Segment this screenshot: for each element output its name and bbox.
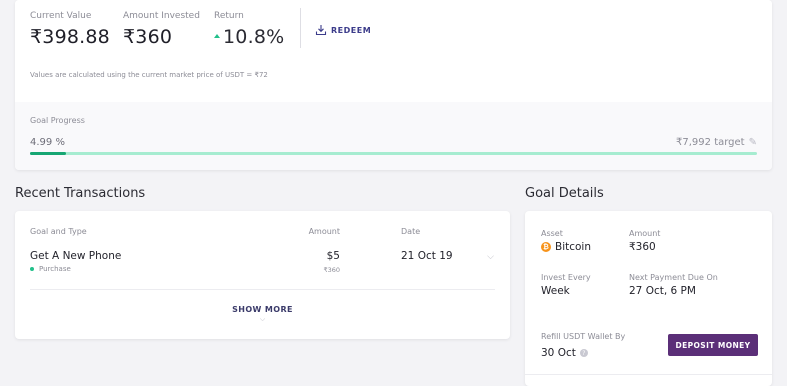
amount-invested-label: Amount Invested	[123, 11, 200, 21]
amount-value: ₹360	[629, 241, 656, 253]
portfolio-summary-card: Current Value ₹398.88 Amount Invested ₹3…	[15, 0, 772, 170]
asset-value: ₿ Bitcoin	[541, 241, 591, 253]
amount-invested: ₹360	[123, 26, 173, 48]
transaction-type-label: Purchase	[39, 265, 71, 273]
refill-date-value: 30 Oct	[541, 347, 576, 359]
goal-progress-percent: 4.99 %	[30, 137, 65, 148]
divider	[300, 8, 301, 48]
bitcoin-icon: ₿	[541, 242, 551, 252]
next-payment-value: 27 Oct, 6 PM	[629, 285, 696, 297]
return-stat: Return 10.8%	[214, 11, 284, 48]
price-note: Values are calculated using the current …	[30, 71, 268, 79]
transaction-type: Purchase	[30, 265, 71, 273]
transaction-amount: $5	[326, 250, 340, 262]
redeem-label: REDEEM	[331, 25, 372, 35]
amount-label: Amount	[629, 229, 661, 238]
goal-details-title: Goal Details	[525, 186, 604, 201]
transaction-goal-name: Get A New Phone	[30, 250, 122, 262]
transaction-date: 21 Oct 19	[401, 250, 453, 262]
goal-progress-label: Goal Progress	[30, 116, 85, 125]
divider	[525, 374, 772, 375]
summary-top: Current Value ₹398.88 Amount Invested ₹3…	[15, 0, 772, 102]
invest-every-label: Invest Every	[541, 273, 591, 282]
redeem-button[interactable]: REDEEM	[315, 24, 371, 36]
return-value-wrap: 10.8%	[214, 26, 284, 48]
divider	[30, 289, 495, 290]
goal-target: ₹7,992 target ✎	[676, 137, 757, 148]
return-label: Return	[214, 11, 244, 21]
up-arrow-icon	[214, 33, 220, 38]
chevron-down-icon[interactable]: ⌵	[487, 252, 494, 262]
col-goal-type: Goal and Type	[30, 227, 87, 236]
goal-progress-bar	[30, 152, 757, 155]
recent-transactions-title: Recent Transactions	[15, 186, 146, 201]
goal-progress-section: Goal Progress 4.99 % ₹7,992 target ✎	[15, 102, 772, 170]
next-payment-label: Next Payment Due On	[629, 273, 718, 282]
refill-date: 30 Oct ?	[541, 347, 588, 359]
asset-name: Bitcoin	[555, 241, 592, 253]
goal-details-card: Asset ₿ Bitcoin Amount ₹360 Invest Every…	[525, 211, 772, 386]
amount-invested-stat: Amount Invested ₹360	[123, 11, 200, 48]
invest-every-value: Week	[541, 285, 570, 297]
status-dot-icon	[30, 267, 34, 271]
transactions-card: Goal and Type Amount Date Get A New Phon…	[15, 211, 510, 339]
col-amount: Amount	[308, 227, 340, 236]
show-more-button[interactable]: SHOW MORE	[15, 305, 510, 314]
chevron-down-icon: ⌵	[259, 315, 266, 323]
goal-target-value: ₹7,992 target	[676, 137, 745, 148]
asset-label: Asset	[541, 229, 563, 238]
col-date: Date	[401, 227, 421, 236]
help-icon[interactable]: ?	[579, 349, 588, 357]
current-value-label: Current Value	[30, 11, 92, 21]
deposit-money-button[interactable]: DEPOSIT MONEY	[668, 334, 758, 356]
refill-label: Refill USDT Wallet By	[541, 332, 626, 341]
table-row[interactable]: Get A New Phone Purchase $5 ₹360 21 Oct …	[15, 247, 510, 299]
redeem-download-icon	[315, 25, 327, 36]
current-value-stat: Current Value ₹398.88	[30, 11, 110, 48]
current-value: ₹398.88	[30, 26, 110, 48]
transaction-amount-inr: ₹360	[323, 266, 340, 274]
goal-progress-fill	[30, 152, 67, 155]
return-value: 10.8%	[223, 26, 285, 48]
edit-pencil-icon[interactable]: ✎	[749, 137, 757, 148]
